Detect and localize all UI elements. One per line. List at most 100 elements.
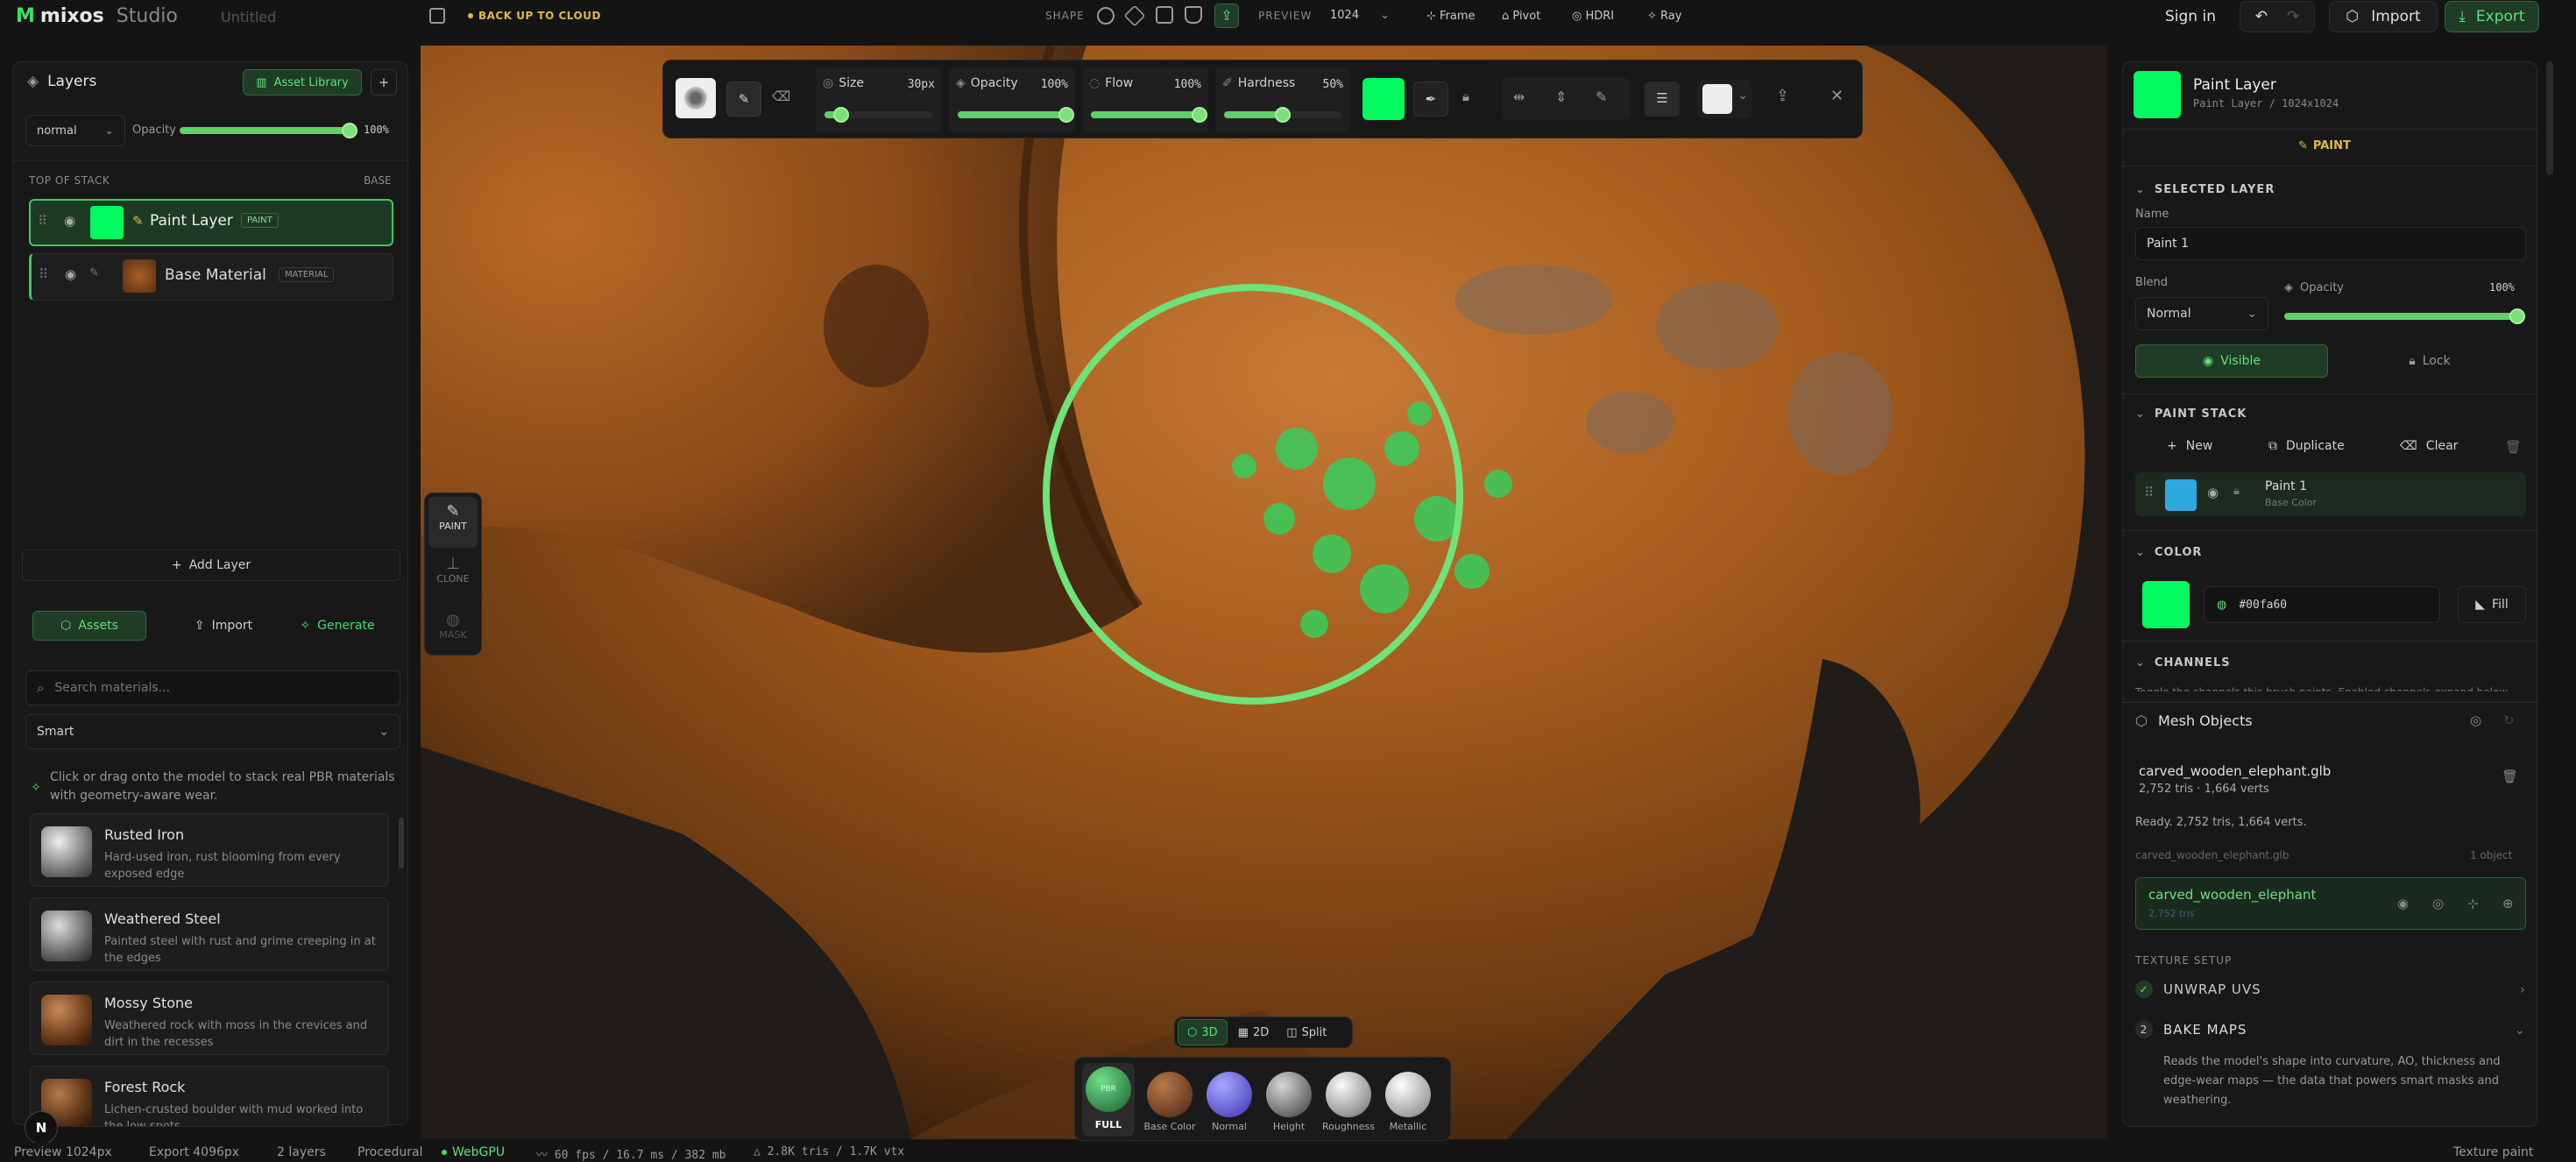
search-materials-input[interactable]: [54, 681, 389, 695]
asset-library-button[interactable]: ▥ Asset Library: [243, 69, 362, 96]
size-slider[interactable]: [824, 107, 933, 123]
clear-paint-button[interactable]: ⌫ Clear: [2400, 439, 2458, 453]
materials-scrollbar[interactable]: [399, 818, 404, 868]
mesh-object-row[interactable]: carved_wooden_elephant 2,752 tris ◉ ◎ ⊹ …: [2135, 877, 2526, 930]
duplicate-paint-button[interactable]: ⧉ Duplicate: [2268, 439, 2345, 453]
hdri-button[interactable]: ◎ HDRI: [1572, 10, 1614, 23]
eye-icon[interactable]: ◉: [64, 213, 75, 229]
pivot-button[interactable]: ⌂ Pivot: [1502, 10, 1540, 23]
hardness-slider[interactable]: [1224, 107, 1341, 123]
sphere-shape-icon[interactable]: [1097, 7, 1115, 25]
mirror-icon[interactable]: ⇹: [1513, 89, 1525, 105]
brand-logo[interactable]: Mmixos Studio: [16, 5, 178, 27]
transform-icon[interactable]: ⊹: [2467, 896, 2479, 911]
redo-icon[interactable]: ↷: [2287, 8, 2299, 25]
frame-button[interactable]: ⊹ Frame: [1426, 10, 1476, 23]
color-header[interactable]: ⌄ COLOR: [2135, 546, 2202, 559]
clone-tool-button[interactable]: ⊥ CLONE: [428, 555, 478, 585]
trash-icon[interactable]: 🗑︎: [2505, 439, 2522, 455]
brush-settings-button[interactable]: ☰: [1645, 81, 1680, 117]
paint-stack-header[interactable]: ⌄ PAINT STACK: [2135, 407, 2247, 421]
unwrap-uvs-step[interactable]: ✓ UNWRAP UVS ›: [2135, 981, 2526, 998]
refresh-icon[interactable]: ↻: [2503, 712, 2515, 728]
opacity-slider[interactable]: [958, 107, 1074, 123]
delete-mesh-icon[interactable]: 🗑︎: [2502, 769, 2518, 784]
bake-maps-step[interactable]: 2 BAKE MAPS ⌄: [2135, 1021, 2526, 1038]
brush-preset-thumb[interactable]: [676, 78, 716, 118]
ray-button[interactable]: ✧ Ray: [1647, 10, 1681, 23]
add-layer-plus-button[interactable]: +: [371, 69, 397, 96]
channel-normal-sphere[interactable]: [1207, 1072, 1252, 1117]
document-title[interactable]: Untitled: [221, 9, 276, 25]
lock-alpha-button[interactable]: 🔒︎: [1462, 89, 1469, 104]
eye-icon[interactable]: ◉: [65, 266, 76, 282]
drag-handle-icon[interactable]: ⠿: [2144, 485, 2154, 500]
layer-opacity-slider[interactable]: [180, 123, 357, 138]
sign-in-button[interactable]: Sign in: [2155, 1, 2226, 32]
eyedropper-button[interactable]: ✒: [1413, 81, 1448, 117]
eye-icon[interactable]: ◉: [2207, 485, 2219, 500]
export-button[interactable]: ⤓ Export: [2445, 1, 2539, 32]
view-split-button[interactable]: ◫ Split: [1279, 1019, 1334, 1045]
search-materials-field[interactable]: ⌕: [25, 670, 400, 705]
selected-layer-header[interactable]: ⌄ SELECTED LAYER: [2135, 183, 2275, 196]
paint-color-swatch[interactable]: [2142, 581, 2190, 628]
eraser-button[interactable]: ⌫: [772, 89, 790, 104]
paint-stack-item[interactable]: ⠿ ◉ 🔒︎ Paint 1 Base Color: [2135, 472, 2526, 516]
cube-shape-icon[interactable]: [1123, 4, 1146, 27]
import-tab[interactable]: ⇪ Import: [180, 611, 267, 641]
preview-resolution-select[interactable]: 1024 ⌄: [1330, 9, 1390, 22]
drag-handle-icon[interactable]: ⠿: [38, 213, 47, 229]
lock-icon[interactable]: 🔒︎: [2233, 485, 2240, 498]
material-forest-rock[interactable]: Forest Rock Lichen-crusted boulder with m…: [30, 1066, 389, 1127]
align-icon[interactable]: ⇕: [1555, 89, 1567, 105]
channel-roughness-sphere[interactable]: [1326, 1072, 1371, 1117]
channel-metallic-sphere[interactable]: [1385, 1072, 1431, 1117]
channels-header[interactable]: ⌄ CHANNELS: [2135, 656, 2231, 670]
target-icon[interactable]: ◎: [2470, 712, 2481, 728]
paint-tab[interactable]: ✎ PAINT: [2298, 139, 2351, 152]
undo-icon[interactable]: ↶: [2255, 8, 2268, 25]
import-button[interactable]: ⬡ Import: [2329, 1, 2438, 32]
brush-mode-button[interactable]: ✎: [726, 81, 761, 117]
cylinder-shape-icon[interactable]: [1185, 6, 1202, 24]
target-icon[interactable]: ⊕: [2502, 896, 2514, 911]
blend-mode-select[interactable]: normal ⌄: [25, 115, 125, 146]
assets-tab[interactable]: ⬡ Assets: [32, 611, 146, 641]
brush-color-swatch[interactable]: [1362, 78, 1405, 120]
drag-handle-icon[interactable]: ⠿: [39, 266, 48, 282]
layer-blend-select[interactable]: Normal ⌄: [2135, 297, 2268, 330]
focus-icon[interactable]: ◎: [2432, 896, 2444, 911]
material-mossy-stone[interactable]: Mossy Stone Weathered rock with moss in t…: [30, 981, 389, 1055]
stamp-select[interactable]: ⌄: [1697, 80, 1752, 118]
material-weathered-steel[interactable]: Weathered Steel Painted steel with rust a…: [30, 897, 389, 971]
channel-height-sphere[interactable]: [1266, 1072, 1312, 1117]
flow-slider[interactable]: [1091, 107, 1207, 123]
close-toolbar-button[interactable]: ✕: [1830, 87, 1844, 105]
layer-row-paint[interactable]: ⠿ ◉ ✎ Paint Layer PAINT: [29, 199, 393, 246]
upload-model-icon[interactable]: ⇪: [1214, 4, 1239, 28]
save-icon[interactable]: [429, 8, 445, 24]
generate-tab[interactable]: ✧ Generate: [285, 611, 390, 641]
plane-shape-icon[interactable]: [1156, 6, 1173, 24]
material-filter-select[interactable]: Smart ⌄: [25, 714, 400, 749]
material-rusted-iron[interactable]: Rusted Iron Hard-used iron, rust blooming…: [30, 813, 389, 887]
mask-tool-button[interactable]: ◍ MASK: [428, 611, 478, 641]
view-2d-button[interactable]: ▦ 2D: [1228, 1019, 1280, 1045]
new-paint-button[interactable]: + New: [2167, 439, 2212, 453]
tag-icon[interactable]: ✎: [1596, 89, 1607, 105]
lock-toggle[interactable]: 🔒︎ Lock: [2333, 344, 2526, 378]
fill-button[interactable]: ◣ Fill: [2458, 586, 2526, 623]
eye-icon[interactable]: ◉: [2397, 896, 2409, 911]
add-layer-button[interactable]: + Add Layer: [22, 549, 400, 581]
view-3d-button[interactable]: ⬡ 3D: [1178, 1019, 1228, 1045]
properties-scrollbar[interactable]: [2546, 61, 2553, 175]
layer-name-input[interactable]: Paint 1: [2135, 227, 2526, 260]
visible-toggle[interactable]: ◉ Visible: [2135, 344, 2328, 378]
channel-base-color-sphere[interactable]: [1147, 1072, 1192, 1117]
upload-stamp-button[interactable]: ⇪: [1776, 87, 1789, 105]
3d-viewport[interactable]: [421, 46, 2107, 1139]
layer-row-base-material[interactable]: ⠿ ◉ ✎ Base Material MATERIAL: [29, 253, 393, 301]
selected-layer-opacity-slider[interactable]: [2284, 308, 2525, 324]
elephant-model[interactable]: [421, 46, 2107, 1139]
